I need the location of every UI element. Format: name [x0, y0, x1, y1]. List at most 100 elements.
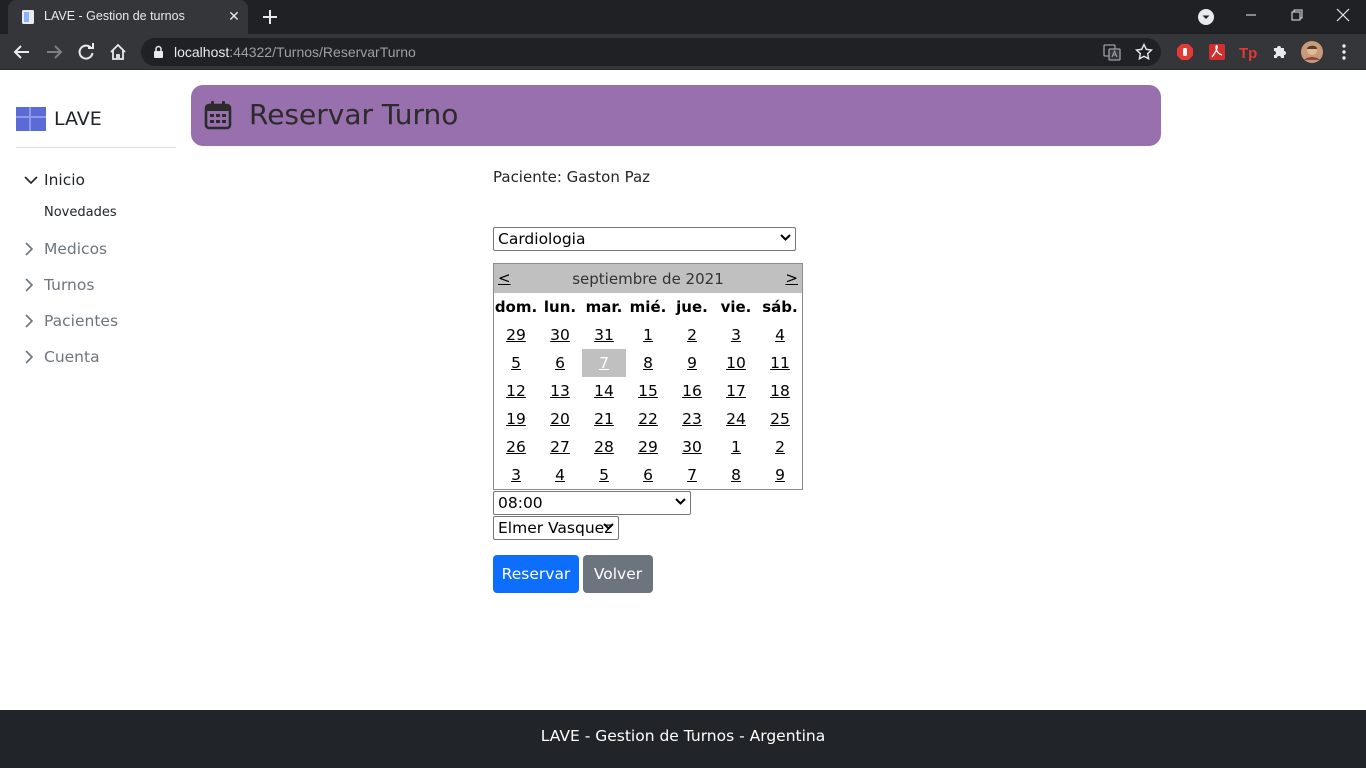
calendar-day[interactable]: 4	[538, 461, 582, 489]
pdf-extension-icon[interactable]	[1207, 42, 1227, 62]
calendar-day[interactable]: 8	[714, 461, 758, 489]
footer-text: LAVE - Gestion de Turnos - Argentina	[540, 727, 826, 745]
sidebar-item-label: Medicos	[44, 240, 108, 258]
back-icon[interactable]	[10, 40, 34, 64]
volver-button[interactable]: Volver	[583, 555, 653, 593]
calendar-day[interactable]: 9	[670, 349, 714, 377]
calendar-day[interactable]: 15	[626, 377, 670, 405]
new-tab-icon[interactable]	[259, 6, 281, 28]
page-header: Reservar Turno	[191, 85, 1161, 146]
specialty-select[interactable]: Cardiologia	[493, 227, 796, 251]
calendar-day[interactable]: 27	[538, 433, 582, 461]
calendar-day[interactable]: 2	[758, 433, 802, 461]
sidebar-item-pacientes[interactable]: Pacientes	[24, 312, 118, 330]
calendar-day[interactable]: 23	[670, 405, 714, 433]
address-bar[interactable]: localhost:44322/Turnos/ReservarTurno	[141, 38, 1161, 66]
calendar-day[interactable]: 11	[758, 349, 802, 377]
calendar-day[interactable]: 6	[538, 349, 582, 377]
calendar-day[interactable]: 18	[758, 377, 802, 405]
time-select[interactable]: 08:00	[493, 491, 691, 515]
calendar-weekday: mar.	[585, 298, 623, 316]
calendar-weekday: sáb.	[762, 298, 798, 316]
reservar-button[interactable]: Reservar	[493, 555, 579, 593]
browser-menu-icon[interactable]	[1334, 42, 1354, 62]
sidebar-subitem-novedades[interactable]: Novedades	[44, 205, 117, 220]
calendar-weekday: mié.	[629, 298, 667, 316]
specialty-select-value: Cardiologia	[498, 230, 586, 248]
restore-icon[interactable]	[1274, 0, 1320, 30]
calendar-day[interactable]: 30	[538, 321, 582, 349]
calendar-day[interactable]: 20	[538, 405, 582, 433]
calendar-day[interactable]: 10	[714, 349, 758, 377]
calendar-weekday: lun.	[543, 298, 577, 316]
reload-icon[interactable]	[74, 40, 98, 64]
browser-tab[interactable]: LAVE - Gestion de turnos ✕	[8, 0, 248, 34]
doctor-select[interactable]: Elmer Vasquez	[493, 516, 619, 540]
calendar-weekday: vie.	[720, 298, 752, 316]
chevron-down-icon	[24, 172, 44, 188]
page-content: LAVE Inicio Novedades Medicos Turnos Pac…	[0, 71, 1366, 768]
sidebar-item-cuenta[interactable]: Cuenta	[24, 348, 100, 366]
chevron-right-icon	[24, 241, 44, 257]
brand[interactable]: LAVE	[16, 104, 102, 134]
brand-logo-icon	[16, 107, 46, 131]
calendar-next-month[interactable]: >	[785, 269, 798, 287]
calendar-day[interactable]: 13	[538, 377, 582, 405]
calendar-day[interactable]: 17	[714, 377, 758, 405]
bookmark-star-icon[interactable]	[1135, 43, 1153, 61]
sidebar-item-label: Pacientes	[44, 312, 119, 330]
calendar-day[interactable]: 21	[582, 405, 626, 433]
calendar-day[interactable]: 1	[714, 433, 758, 461]
calendar-day[interactable]: 5	[494, 349, 538, 377]
calendar-day[interactable]: 2	[670, 321, 714, 349]
chevron-right-icon	[24, 277, 44, 293]
forward-icon[interactable]	[42, 40, 66, 64]
calendar-day[interactable]: 4	[758, 321, 802, 349]
calendar-day[interactable]: 6	[626, 461, 670, 489]
calendar-day[interactable]: 19	[494, 405, 538, 433]
browser-toolbar: localhost:44322/Turnos/ReservarTurno Tp	[0, 34, 1366, 70]
date-calendar: < septiembre de 2021 > dom. lun. mar. mié. j…	[493, 263, 803, 490]
calendar-day[interactable]: 7	[582, 349, 626, 377]
calendar-day[interactable]: 8	[626, 349, 670, 377]
patient-label: Paciente: Gaston Paz	[493, 168, 651, 186]
calendar-day[interactable]: 22	[626, 405, 670, 433]
calendar-day[interactable]: 12	[494, 377, 538, 405]
sidebar-item-turnos[interactable]: Turnos	[24, 276, 94, 294]
calendar-day[interactable]: 9	[758, 461, 802, 489]
url-text: localhost:44322/Turnos/ReservarTurno	[174, 44, 416, 60]
sidebar-item-inicio[interactable]: Inicio	[24, 171, 85, 189]
close-window-icon[interactable]	[1320, 0, 1366, 30]
profile-avatar[interactable]	[1301, 41, 1323, 63]
calendar-day[interactable]: 3	[494, 461, 538, 489]
sidebar-item-medicos[interactable]: Medicos	[24, 240, 107, 258]
minimize-icon[interactable]	[1228, 0, 1274, 30]
calendar-day[interactable]: 31	[582, 321, 626, 349]
chevron-right-icon	[24, 349, 44, 365]
sidebar-item-label: Turnos	[44, 276, 95, 294]
calendar-day[interactable]: 28	[582, 433, 626, 461]
calendar-day[interactable]: 14	[582, 377, 626, 405]
doctor-select-value: Elmer Vasquez	[498, 519, 613, 537]
home-icon[interactable]	[106, 40, 130, 64]
calendar-day[interactable]: 24	[714, 405, 758, 433]
tp-extension-icon[interactable]: Tp	[1238, 42, 1258, 62]
calendar-day[interactable]: 16	[670, 377, 714, 405]
tab-search-icon[interactable]	[1197, 8, 1215, 26]
calendar-icon	[204, 101, 232, 130]
close-tab-icon[interactable]: ✕	[226, 9, 242, 25]
extensions-puzzle-icon[interactable]	[1270, 42, 1290, 62]
sidebar-item-label: Inicio	[44, 171, 86, 189]
calendar-day[interactable]: 30	[670, 433, 714, 461]
browser-titlebar: LAVE - Gestion de turnos ✕	[0, 0, 1366, 34]
calendar-day[interactable]: 29	[494, 321, 538, 349]
calendar-day[interactable]: 29	[626, 433, 670, 461]
calendar-day[interactable]: 1	[626, 321, 670, 349]
calendar-day[interactable]: 25	[758, 405, 802, 433]
calendar-day[interactable]: 7	[670, 461, 714, 489]
calendar-day[interactable]: 5	[582, 461, 626, 489]
adblock-extension-icon[interactable]	[1175, 42, 1195, 62]
calendar-day[interactable]: 26	[494, 433, 538, 461]
calendar-day[interactable]: 3	[714, 321, 758, 349]
translate-icon[interactable]	[1103, 43, 1121, 61]
